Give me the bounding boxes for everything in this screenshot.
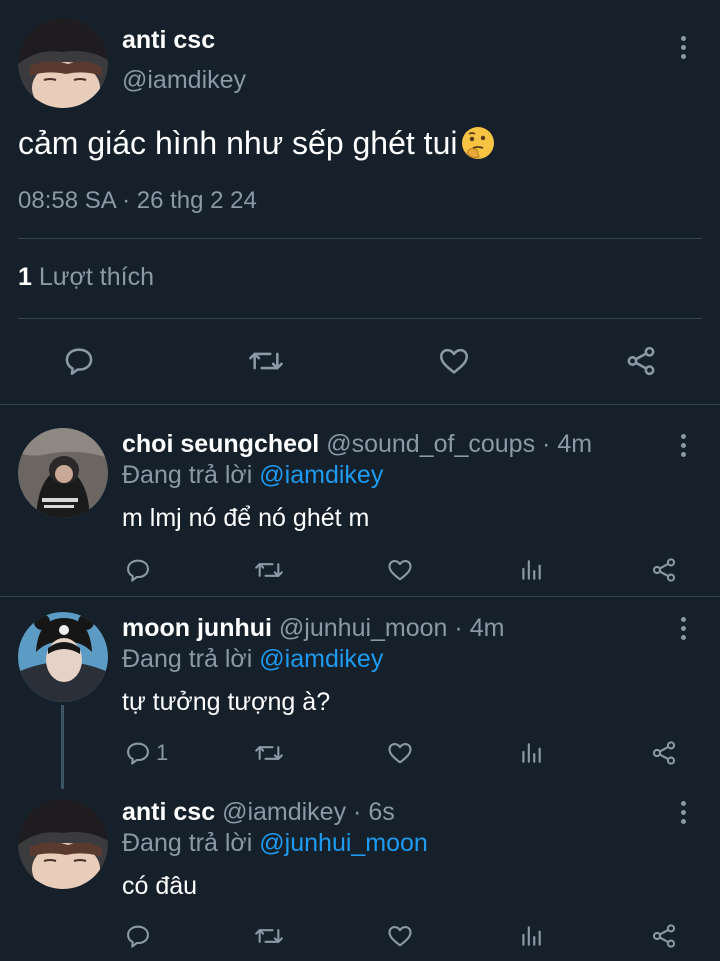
reply-time[interactable]: · 4m — [542, 430, 592, 458]
tweet-text-row: cảm giác hình như sếp ghét tui — [18, 124, 497, 162]
like-icon[interactable] — [386, 738, 414, 768]
reply-tweet[interactable]: moon junhui @junhui_moon · 4m Đang trả l… — [0, 597, 720, 789]
likes-count: 1 — [18, 263, 32, 291]
reply-header: choi seungcheol @sound_of_coups · 4m — [122, 430, 592, 459]
author-avatar[interactable] — [18, 799, 108, 889]
retweet-icon[interactable] — [246, 342, 286, 380]
reply-text: tự tưởng tượng à? — [122, 688, 331, 716]
tweet-text: cảm giác hình như sếp ghét tui — [18, 124, 458, 161]
likes-summary[interactable]: 1 Lượt thích — [18, 263, 154, 292]
views-icon[interactable] — [518, 921, 544, 951]
author-name[interactable]: moon junhui — [122, 614, 272, 642]
author-avatar[interactable] — [18, 18, 108, 108]
like-icon[interactable] — [435, 342, 473, 380]
author-handle[interactable]: @iamdikey — [222, 798, 346, 826]
reply-icon[interactable] — [124, 555, 152, 585]
author-name[interactable]: anti csc — [122, 26, 215, 55]
reply-icon[interactable] — [124, 921, 152, 951]
reply-text: có đâu — [122, 872, 198, 900]
author-avatar[interactable] — [18, 612, 108, 702]
author-handle[interactable]: @junhui_moon — [279, 614, 448, 642]
author-handle[interactable]: @sound_of_coups — [326, 430, 535, 458]
replying-to-link[interactable]: @iamdikey — [259, 461, 383, 489]
share-icon[interactable] — [650, 555, 678, 585]
reply-count: 1 — [156, 740, 169, 765]
more-options-icon[interactable] — [673, 614, 693, 642]
divider — [18, 238, 702, 239]
replying-to-link[interactable]: @iamdikey — [259, 645, 383, 673]
views-icon[interactable] — [518, 738, 544, 768]
retweet-icon[interactable] — [253, 921, 285, 951]
author-name[interactable]: anti csc — [122, 798, 215, 826]
share-icon[interactable] — [650, 921, 678, 951]
thread-connector — [61, 705, 64, 789]
replying-to-link[interactable]: @junhui_moon — [259, 829, 428, 857]
reply-icon[interactable] — [60, 342, 98, 380]
views-icon[interactable] — [518, 555, 544, 585]
main-tweet: anti csc @iamdikey cảm giác hình như sếp… — [0, 0, 720, 405]
reply-header: moon junhui @junhui_moon · 4m — [122, 614, 504, 643]
likes-label: Lượt thích — [38, 263, 154, 291]
like-icon[interactable] — [386, 555, 414, 585]
more-options-icon[interactable] — [673, 33, 693, 61]
author-avatar[interactable] — [18, 428, 108, 518]
reply-tweet[interactable]: anti csc @iamdikey · 6s Đang trả lời @ju… — [0, 787, 720, 961]
replying-prefix: Đang trả lời — [122, 829, 253, 857]
reply-header: anti csc @iamdikey · 6s — [122, 798, 395, 827]
reply-text: m lmj nó để nó ghét m — [122, 504, 370, 532]
like-icon[interactable] — [386, 921, 414, 951]
more-options-icon[interactable] — [673, 798, 693, 826]
author-handle[interactable]: @iamdikey — [122, 66, 246, 95]
replying-to: Đang trả lời @iamdikey — [122, 461, 383, 490]
reply-tweet[interactable]: choi seungcheol @sound_of_coups · 4m Đan… — [0, 405, 720, 597]
tweet-timestamp[interactable]: 08:58 SA · 26 thg 2 24 — [18, 187, 257, 215]
retweet-icon[interactable] — [253, 555, 285, 585]
more-options-icon[interactable] — [673, 431, 693, 459]
share-icon[interactable] — [622, 342, 660, 380]
replying-to: Đang trả lời @junhui_moon — [122, 829, 428, 858]
divider — [18, 318, 702, 319]
replying-to: Đang trả lời @iamdikey — [122, 645, 383, 674]
reply-icon[interactable]: 1 — [124, 738, 168, 768]
retweet-icon[interactable] — [253, 738, 285, 768]
reply-time[interactable]: · 6s — [353, 798, 395, 826]
author-name[interactable]: choi seungcheol — [122, 430, 319, 458]
replying-prefix: Đang trả lời — [122, 461, 253, 489]
reply-time[interactable]: · 4m — [454, 614, 504, 642]
thinking-face-icon — [459, 124, 497, 162]
share-icon[interactable] — [650, 738, 678, 768]
replying-prefix: Đang trả lời — [122, 645, 253, 673]
